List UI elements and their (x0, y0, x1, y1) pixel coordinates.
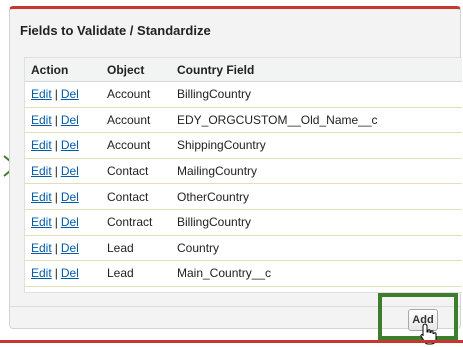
action-cell: Edit | Del (25, 158, 101, 185)
action-cell: Edit | Del (25, 183, 101, 210)
country-field-cell: BillingCountry (171, 209, 462, 236)
table-row: Edit | Del Contact OtherCountry (25, 183, 462, 210)
edit-link[interactable]: Edit (31, 164, 52, 178)
table-header-row: Action Object Country Field (25, 58, 462, 82)
panel-title: Fields to Validate / Standardize (20, 23, 211, 38)
object-cell: Account (101, 132, 171, 159)
object-cell: Lead (101, 235, 171, 262)
edit-link[interactable]: Edit (31, 266, 52, 280)
header-country-field: Country Field (171, 58, 462, 82)
action-cell: Edit | Del (25, 81, 101, 108)
footer-divider (10, 306, 460, 307)
action-separator: | (54, 240, 58, 255)
object-cell: Lead (101, 260, 171, 287)
del-link[interactable]: Del (61, 266, 79, 280)
table-row: Edit | Del Lead Country (25, 235, 462, 262)
object-cell: Account (101, 107, 171, 134)
del-link[interactable]: Del (61, 241, 79, 255)
add-button[interactable]: Add (408, 309, 438, 331)
fields-to-validate-panel: Fields to Validate / Standardize Action … (9, 6, 462, 329)
action-cell: Edit | Del (25, 107, 101, 134)
action-separator: | (54, 87, 58, 102)
action-separator: | (54, 266, 58, 281)
country-field-cell: OtherCountry (171, 183, 462, 210)
country-field-cell: EDY_ORGCUSTOM__Old_Name__c (171, 107, 462, 134)
fields-table: Action Object Country Field Edit | Del Acco… (25, 58, 462, 287)
table-row: Edit | Del Contact MailingCountry (25, 158, 462, 185)
action-separator: | (54, 112, 58, 127)
action-separator: | (54, 215, 58, 230)
del-link[interactable]: Del (61, 87, 79, 101)
del-link[interactable]: Del (61, 164, 79, 178)
country-field-cell: BillingCountry (171, 81, 462, 108)
edit-link[interactable]: Edit (31, 190, 52, 204)
edit-link[interactable]: Edit (31, 241, 52, 255)
table-row: Edit | Del Account ShippingCountry (25, 132, 462, 159)
country-field-cell: MailingCountry (171, 158, 462, 185)
header-action: Action (25, 58, 101, 82)
fields-table-container: Action Object Country Field Edit | Del Acco… (24, 57, 462, 293)
action-separator: | (54, 164, 58, 179)
action-separator: | (54, 189, 58, 204)
table-row: Edit | Del Account EDY_ORGCUSTOM__Old_Name__… (25, 107, 462, 134)
del-link[interactable]: Del (61, 113, 79, 127)
action-cell: Edit | Del (25, 235, 101, 262)
country-field-cell: ShippingCountry (171, 132, 462, 159)
object-cell: Contact (101, 183, 171, 210)
action-separator: | (54, 138, 58, 153)
del-link[interactable]: Del (61, 138, 79, 152)
table-row: Edit | Del Lead Main_Country__c (25, 260, 462, 287)
country-field-cell: Country (171, 235, 462, 262)
action-cell: Edit | Del (25, 132, 101, 159)
edit-link[interactable]: Edit (31, 87, 52, 101)
edit-link[interactable]: Edit (31, 215, 52, 229)
table-row: Edit | Del Contract BillingCountry (25, 209, 462, 236)
del-link[interactable]: Del (61, 215, 79, 229)
action-cell: Edit | Del (25, 260, 101, 287)
action-cell: Edit | Del (25, 209, 101, 236)
object-cell: Contact (101, 158, 171, 185)
object-cell: Account (101, 81, 171, 108)
del-link[interactable]: Del (61, 190, 79, 204)
header-object: Object (101, 58, 171, 82)
table-row: Edit | Del Account BillingCountry (25, 81, 462, 108)
edit-link[interactable]: Edit (31, 113, 52, 127)
country-field-cell: Main_Country__c (171, 260, 462, 287)
object-cell: Contract (101, 209, 171, 236)
bottom-divider (0, 340, 463, 343)
edit-link[interactable]: Edit (31, 138, 52, 152)
